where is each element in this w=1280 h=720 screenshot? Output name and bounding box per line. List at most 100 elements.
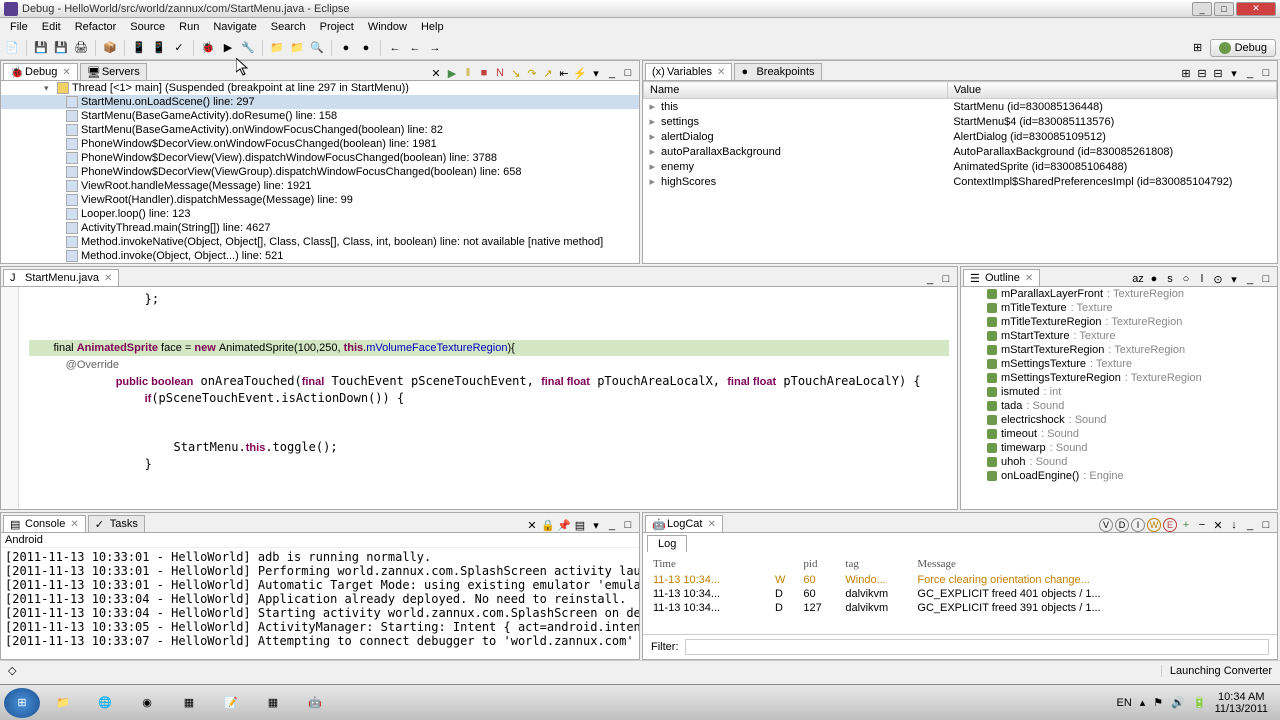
- toggle-breakpoint-button[interactable]: ●: [338, 40, 354, 56]
- logcat-row[interactable]: 11-13 10:34...W60Windo...Force clearing …: [645, 574, 1275, 586]
- outline-item[interactable]: mStartTextureRegion : TextureRegion: [961, 343, 1277, 357]
- menu-run[interactable]: Run: [173, 19, 205, 35]
- maximize-view-button[interactable]: □: [1259, 66, 1273, 80]
- add-filter-button[interactable]: +: [1179, 518, 1193, 532]
- outline-item[interactable]: mParallaxLayerFront : TextureRegion: [961, 287, 1277, 301]
- hide-local-button[interactable]: l: [1195, 272, 1209, 286]
- minimize-view-button[interactable]: _: [923, 272, 937, 286]
- build-button[interactable]: 📦: [102, 40, 118, 56]
- outline-item[interactable]: onLoadEngine() : Engine: [961, 469, 1277, 483]
- suspend-button[interactable]: ‖: [461, 66, 475, 80]
- save-all-button[interactable]: 💾: [53, 40, 69, 56]
- action-center-icon[interactable]: ⚑: [1153, 696, 1163, 709]
- print-button[interactable]: 🖨: [73, 40, 89, 56]
- error-button[interactable]: E: [1163, 518, 1177, 532]
- open-perspective-button[interactable]: ⊞: [1190, 40, 1206, 56]
- menu-edit[interactable]: Edit: [36, 19, 67, 35]
- maximize-view-button[interactable]: □: [621, 518, 635, 532]
- outline-item[interactable]: mTitleTexture : Texture: [961, 301, 1277, 315]
- view-menu-button[interactable]: ▾: [1227, 272, 1241, 286]
- breakpoints-tab[interactable]: ● Breakpoints: [734, 63, 821, 80]
- editor-ruler[interactable]: [1, 287, 19, 509]
- new-package-button[interactable]: 📁: [269, 40, 285, 56]
- variables-tab[interactable]: (x) Variables ✕: [645, 63, 732, 80]
- close-tab-icon[interactable]: ✕: [717, 67, 725, 78]
- outline-item[interactable]: mSettingsTextureRegion : TextureRegion: [961, 371, 1277, 385]
- run-button[interactable]: ▶: [220, 40, 236, 56]
- tasks-tab[interactable]: ✓ Tasks: [88, 515, 145, 532]
- display-button[interactable]: ▤: [573, 518, 587, 532]
- tag-column[interactable]: tag: [837, 556, 907, 572]
- verbose-button[interactable]: V: [1099, 518, 1113, 532]
- menu-help[interactable]: Help: [415, 19, 450, 35]
- disconnect-button[interactable]: N: [493, 66, 507, 80]
- outline-item[interactable]: mSettingsTexture : Texture: [961, 357, 1277, 371]
- stack-frame[interactable]: ViewRoot.handleMessage(Message) line: 19…: [1, 179, 639, 193]
- info-button[interactable]: I: [1131, 518, 1145, 532]
- variable-row[interactable]: ▸autoParallaxBackgroundAutoParallaxBackg…: [644, 144, 1277, 159]
- step-into-button[interactable]: ↘: [509, 66, 523, 80]
- outline-item[interactable]: timeout : Sound: [961, 427, 1277, 441]
- stack-frame[interactable]: Method.invoke(Object, Object...) line: 5…: [1, 249, 639, 263]
- menu-window[interactable]: Window: [362, 19, 413, 35]
- name-column[interactable]: Name: [644, 82, 948, 99]
- outline-item[interactable]: uhoh : Sound: [961, 455, 1277, 469]
- stack-frame[interactable]: Method.invokeNative(Object, Object[], Cl…: [1, 235, 639, 249]
- resume-button[interactable]: ▶: [445, 66, 459, 80]
- maximize-view-button[interactable]: □: [621, 66, 635, 80]
- drop-frame-button[interactable]: ⇤: [557, 66, 571, 80]
- chrome-icon[interactable]: 🌐: [86, 688, 124, 718]
- android-lint-button[interactable]: ✓: [171, 40, 187, 56]
- stack-frame[interactable]: ActivityThread.main(String[]) line: 4627: [1, 221, 639, 235]
- edit-filter-button[interactable]: −: [1195, 518, 1209, 532]
- eclipse-task-icon[interactable]: ◉: [128, 688, 166, 718]
- step-over-button[interactable]: ↷: [525, 66, 539, 80]
- step-filters-button[interactable]: ⚡: [573, 66, 587, 80]
- menu-refactor[interactable]: Refactor: [69, 19, 123, 35]
- menu-project[interactable]: Project: [314, 19, 360, 35]
- close-tab-icon[interactable]: ✕: [104, 273, 112, 284]
- android-avd-button[interactable]: 📱: [151, 40, 167, 56]
- android-sdk-button[interactable]: 📱: [131, 40, 147, 56]
- app-task-icon[interactable]: ▦: [170, 688, 208, 718]
- stack-frame[interactable]: PhoneWindow$DecorView(ViewGroup).dispatc…: [1, 165, 639, 179]
- show-type-button[interactable]: ⊞: [1179, 66, 1193, 80]
- variable-row[interactable]: ▸highScoresContextImpl$SharedPreferences…: [644, 174, 1277, 189]
- view-menu-button[interactable]: ▾: [1227, 66, 1241, 80]
- maximize-button[interactable]: □: [1214, 2, 1234, 16]
- save-button[interactable]: 💾: [33, 40, 49, 56]
- maximize-view-button[interactable]: □: [1259, 272, 1273, 286]
- language-indicator[interactable]: EN: [1116, 697, 1131, 709]
- forward-button[interactable]: →: [427, 40, 443, 56]
- minimize-view-button[interactable]: _: [1243, 66, 1257, 80]
- close-tab-icon[interactable]: ✕: [70, 519, 78, 530]
- debug-level-button[interactable]: D: [1115, 518, 1129, 532]
- pin-button[interactable]: 📌: [557, 518, 571, 532]
- stack-frame[interactable]: PhoneWindow$DecorView.onWindowFocusChang…: [1, 137, 639, 151]
- stack-frame[interactable]: StartMenu(BaseGameActivity).onWindowFocu…: [1, 123, 639, 137]
- time-column[interactable]: Time: [645, 556, 765, 572]
- android-task-icon[interactable]: 🤖: [296, 688, 334, 718]
- logcat-row[interactable]: 11-13 10:34...D127dalvikvmGC_EXPLICIT fr…: [645, 602, 1275, 614]
- new-button[interactable]: 📄: [4, 40, 20, 56]
- minimize-button[interactable]: _: [1192, 2, 1212, 16]
- variable-row[interactable]: ▸settingsStartMenu$4 (id=830085113576): [644, 114, 1277, 129]
- console-tab[interactable]: ▤ Console ✕: [3, 515, 86, 532]
- pid-column[interactable]: pid: [795, 556, 835, 572]
- collapse-button[interactable]: ⊟: [1211, 66, 1225, 80]
- new-class-button[interactable]: 📁: [289, 40, 305, 56]
- logcat-row[interactable]: 11-13 10:34...D60dalvikvmGC_EXPLICIT fre…: [645, 588, 1275, 600]
- export-button[interactable]: ↓: [1227, 518, 1241, 532]
- power-icon[interactable]: 🔋: [1193, 696, 1207, 709]
- debug-button[interactable]: 🐞: [200, 40, 216, 56]
- outline-item[interactable]: mTitleTextureRegion : TextureRegion: [961, 315, 1277, 329]
- variable-row[interactable]: ▸enemyAnimatedSprite (id=830085106488): [644, 159, 1277, 174]
- level-column[interactable]: [767, 556, 793, 572]
- terminate-button[interactable]: ■: [477, 66, 491, 80]
- close-tab-icon[interactable]: ✕: [62, 67, 70, 78]
- clear-log-button[interactable]: ✕: [1211, 518, 1225, 532]
- stack-frame[interactable]: StartMenu(BaseGameActivity).doResume() l…: [1, 109, 639, 123]
- debug-tab[interactable]: 🐞 Debug ✕: [3, 63, 78, 80]
- external-tools-button[interactable]: 🔧: [240, 40, 256, 56]
- tray-up-icon[interactable]: ▴: [1140, 696, 1146, 709]
